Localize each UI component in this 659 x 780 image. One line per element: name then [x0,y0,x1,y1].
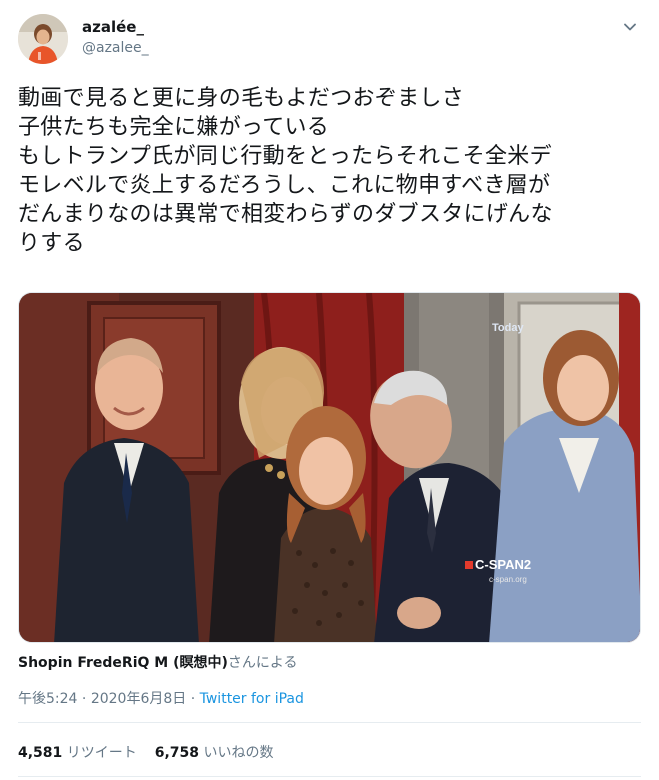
network-overlay: C-SPAN2 [475,557,531,572]
meta-separator: · [186,691,200,707]
tweet-source-link[interactable]: Twitter for iPad [200,691,304,707]
tweet-text: 動画で見ると更に身の毛もよだつおぞましさ 子供たちも完全に嫌がっている もしトラ… [18,84,643,258]
retweets-count: 4,581 [18,745,63,761]
tweet-line: 子供たちも完全に嫌がっている [18,115,330,140]
video-frame: Today C-SPAN2 c-span.org [19,293,640,642]
avatar-image [18,14,68,64]
attribution-suffix: さんによる [227,655,298,671]
video-media[interactable]: Today C-SPAN2 c-span.org [18,292,641,643]
user-handle[interactable]: @azalee_ [82,40,149,56]
network-url-overlay: c-span.org [489,575,527,584]
divider [18,776,641,777]
tweet-line: もしトランプ氏が同じ行動をとったらそれこそ全米デ [18,144,552,169]
tweet-date[interactable]: 2020年6月8日 [91,691,186,707]
media-attribution[interactable]: Shopin FredeRiQ M (瞑想中)さんによる [18,652,297,672]
avatar[interactable] [18,14,68,64]
chevron-down-icon[interactable] [621,18,639,36]
likes-stat[interactable]: 6,758 いいねの数 [155,745,274,761]
meta-separator: · [77,691,91,707]
tweet-line: だんまりなのは異常で相変わらずのダブスタにげんな [18,202,553,227]
tweet-meta: 午後5:24 · 2020年6月8日 · Twitter for iPad [18,688,304,708]
divider [18,722,641,723]
tweet-line: りする [18,231,85,256]
display-name[interactable]: azalée_ [82,18,144,36]
tweet-line: 動画で見ると更に身の毛もよだつおぞましさ [18,86,465,111]
today-overlay: Today [492,322,524,334]
likes-count: 6,758 [154,745,200,761]
tweet-line: モレベルで炎上するだろうし、これに物申すべき層が [18,173,551,198]
tweet-stats: 4,581 リツイート 6,758 いいねの数 [18,742,274,762]
tweet-time[interactable]: 午後5:24 [18,691,77,707]
retweets-label: リツイート [66,745,137,761]
attribution-name[interactable]: Shopin FredeRiQ M (瞑想中) [18,655,228,671]
retweets-stat[interactable]: 4,581 リツイート [18,745,137,761]
likes-label: いいねの数 [203,745,274,761]
